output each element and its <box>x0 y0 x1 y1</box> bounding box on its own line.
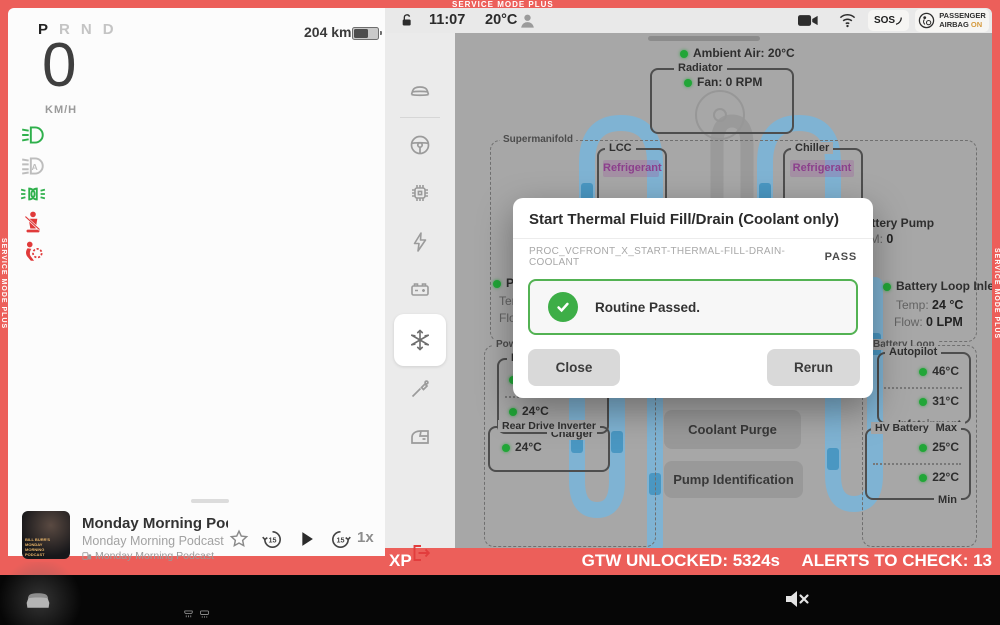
status-dot <box>680 50 688 58</box>
rerun-button[interactable]: Rerun <box>767 349 860 386</box>
exit-service-mode-icon[interactable] <box>408 541 432 565</box>
toolbar-divider <box>400 117 440 118</box>
album-art[interactable]: BILL BURR'S MONDAY MORNING PODCAST <box>22 511 70 559</box>
service-toolbar <box>385 33 456 548</box>
sos-signal-icon <box>895 16 903 25</box>
rear-drive-temp: 24°C <box>515 440 542 454</box>
wifi-icon[interactable] <box>838 12 857 28</box>
battery-inlet-flow: 0 LPM <box>926 315 963 329</box>
seat-heater-right-icon[interactable] <box>199 610 210 619</box>
result-message-box: Routine Passed. <box>528 279 858 335</box>
svg-text:15: 15 <box>336 536 344 544</box>
volume-muted-icon[interactable] <box>782 586 810 612</box>
close-button[interactable]: Close <box>528 349 620 386</box>
auto-high-beam-icon: A <box>20 153 46 179</box>
rear-drive-inverter-box: Rear Drive Inverter 24°C <box>488 426 610 472</box>
media-title: Monday Morning Podcast <box>82 515 228 532</box>
status-bar: 11:07 20°C SOS PASSENGER AIRBAG ON <box>385 8 992 33</box>
skip-back-15-button[interactable]: 15 <box>260 527 284 551</box>
car-menu-icon[interactable] <box>20 583 56 617</box>
screen: SERVICE MODE PLUS SERVICE MODE PLUS SERV… <box>0 0 1000 625</box>
alerts-to-check-label: ALERTS TO CHECK: 13 <box>802 551 993 571</box>
taskbar: ‹ LO › ••• T I ♪ 5 ★ ‹ <box>0 575 1000 625</box>
pump-identification-button[interactable]: Pump Identification <box>664 461 803 498</box>
sos-indicator[interactable]: SOS <box>868 10 909 31</box>
tab-chassis-steering-icon[interactable] <box>408 133 432 157</box>
battery-level-icon <box>352 27 379 40</box>
album-art-text: BILL BURR'S MONDAY MORNING PODCAST <box>25 537 51 557</box>
service-mode-banner-left: SERVICE MODE PLUS <box>0 238 7 329</box>
gear-n: N <box>81 21 92 38</box>
passenger-airbag-indicator: PASSENGER AIRBAG ON <box>915 9 989 32</box>
result-message: Routine Passed. <box>595 300 700 315</box>
battery-pump-rpm: 0 <box>886 232 893 246</box>
seatbelt-warning-icon <box>20 209 46 235</box>
battery-inlet-label: Battery Loop Inlet <box>883 279 992 293</box>
star-icon <box>228 528 250 550</box>
gtw-unlocked-label: GTW UNLOCKED: 5324s <box>582 551 780 571</box>
svg-text:15: 15 <box>268 536 276 544</box>
rewind-15-icon: 15 <box>261 528 284 551</box>
tab-closures-door-icon[interactable] <box>408 425 432 449</box>
low-beam-icon <box>20 122 46 148</box>
media-source: Monday Morning Podcast <box>82 550 214 562</box>
airbag-status-icon <box>918 12 935 29</box>
play-button[interactable] <box>294 527 318 551</box>
speed-unit: KM/H <box>45 104 77 116</box>
airbag-warning-icon <box>20 238 46 264</box>
procedure-name: PROC_VCFRONT_X_START-THERMAL-FILL-DRAIN-… <box>529 246 825 268</box>
dashcam-icon[interactable] <box>798 13 818 28</box>
range-value: 204 km <box>304 24 351 40</box>
speed-value: 0 <box>42 30 76 101</box>
battery-inlet-temp: 24 °C <box>932 298 963 312</box>
airbag-state: ON <box>971 20 982 29</box>
tab-thermal-snowflake-icon[interactable] <box>408 328 432 352</box>
chiller-refrigerant-tag: Refrigerant <box>790 160 854 177</box>
forward-15-icon: 15 <box>329 528 352 551</box>
hv-min-label: Min <box>934 494 961 506</box>
autopilot-box: Autopilot 46°C 31°C Infotainment <box>877 352 971 424</box>
outside-temp: 20°C <box>485 12 517 28</box>
service-mode-banner-right: SERVICE MODE PLUS <box>993 248 1000 339</box>
lcc-refrigerant-tag: Refrigerant <box>603 160 659 177</box>
supermanifold-label: Supermanifold <box>500 134 576 145</box>
infotainment-temp: 31°C <box>932 394 959 408</box>
diagram-scroll-pill[interactable] <box>648 36 760 41</box>
procedure-status: PASS <box>825 251 857 263</box>
drl-icon <box>20 181 46 207</box>
coolant-purge-button[interactable]: Coolant Purge <box>664 410 801 449</box>
autopilot-temp: 46°C <box>932 364 959 378</box>
instrument-cluster: PRND 204 km 0 KM/H A BILL BURR'S MONDAY … <box>8 8 385 556</box>
hv-max-label: Max <box>932 422 961 434</box>
skip-forward-15-button[interactable]: 15 <box>328 527 352 551</box>
tab-high-voltage-bolt-icon[interactable] <box>408 230 432 254</box>
routine-result-dialog: Start Thermal Fluid Fill/Drain (Coolant … <box>513 198 873 398</box>
tab-vehicle-car-icon[interactable] <box>408 79 432 103</box>
gear-d: D <box>103 21 114 38</box>
airbag-line2: AIRBAG <box>939 20 969 29</box>
play-icon <box>295 528 317 550</box>
driver-profile-icon[interactable] <box>518 11 537 30</box>
radiator-fan-reading: Fan: 0 RPM <box>697 75 762 89</box>
podcast-source-icon <box>82 551 92 561</box>
clock: 11:07 <box>429 12 465 28</box>
unlocked-icon[interactable] <box>399 12 415 29</box>
favorite-button[interactable] <box>227 527 251 551</box>
tab-low-voltage-battery-icon[interactable] <box>408 278 432 302</box>
media-artist: Monday Morning Podcast <box>82 534 224 548</box>
media-drag-handle[interactable] <box>191 499 229 503</box>
radiator-box: Radiator Fan: 0 RPM <box>650 68 794 134</box>
pcs-temp2: 24°C <box>522 404 549 418</box>
ambient-air-reading: Ambient Air: 20°C <box>680 46 795 60</box>
tab-electronics-chip-icon[interactable] <box>408 181 432 205</box>
tab-tools-screwdriver-icon[interactable] <box>408 377 432 401</box>
dialog-title: Start Thermal Fluid Fill/Drain (Coolant … <box>513 198 873 239</box>
hv-battery-box: HV Battery Max 25°C 22°C Min <box>865 428 971 500</box>
hv-min-temp: 22°C <box>932 470 959 484</box>
svg-text:A: A <box>31 162 38 172</box>
check-circle-icon <box>548 292 578 322</box>
playback-rate-button[interactable]: 1x <box>357 529 374 546</box>
hv-max-temp: 25°C <box>932 440 959 454</box>
seat-heater-left-icon[interactable] <box>183 610 194 619</box>
